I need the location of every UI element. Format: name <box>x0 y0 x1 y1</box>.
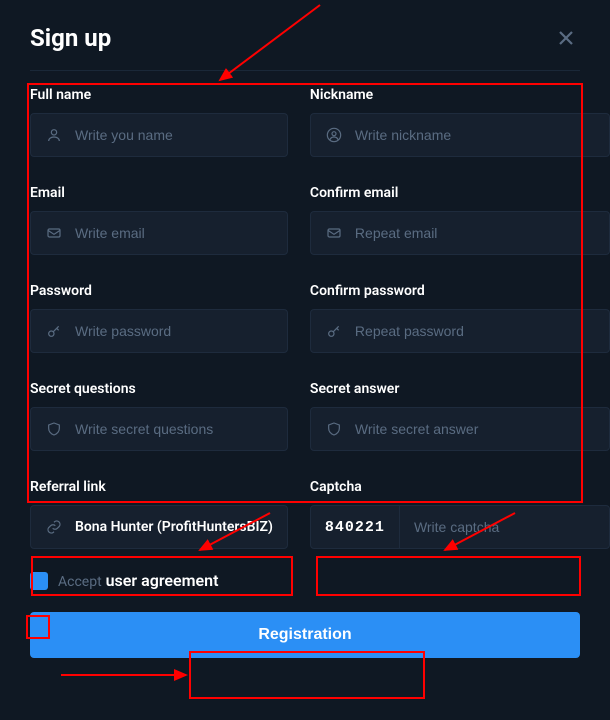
mail-icon <box>45 224 63 242</box>
secret-questions-input[interactable] <box>75 421 273 437</box>
label-confirm-email: Confirm email <box>310 185 610 201</box>
label-referral: Referral link <box>30 479 288 495</box>
captcha-wrap[interactable]: 840221 <box>310 505 610 549</box>
captcha-input[interactable] <box>400 519 609 535</box>
agreement-link[interactable]: user agreement <box>106 571 219 590</box>
registration-button[interactable]: Registration <box>30 612 580 658</box>
label-secret-answer: Secret answer <box>310 381 610 397</box>
agreement-text: Accept user agreement <box>58 571 218 590</box>
label-email: Email <box>30 185 288 201</box>
shield-icon <box>325 420 343 438</box>
field-captcha: Captcha 840221 <box>310 479 610 549</box>
key-icon <box>325 322 343 340</box>
label-nickname: Nickname <box>310 87 610 103</box>
close-button[interactable] <box>552 24 580 52</box>
person-icon <box>45 126 63 144</box>
field-full-name: Full name <box>30 87 288 157</box>
confirm-password-input[interactable] <box>355 323 595 339</box>
field-secret-answer: Secret answer <box>310 381 610 451</box>
input-wrap-full-name[interactable] <box>30 113 288 157</box>
key-icon <box>45 322 63 340</box>
field-confirm-email: Confirm email <box>310 185 610 255</box>
input-wrap-password[interactable] <box>30 309 288 353</box>
user-circle-icon <box>325 126 343 144</box>
input-wrap-secret-answer[interactable] <box>310 407 610 451</box>
field-password: Password <box>30 283 288 353</box>
password-input[interactable] <box>75 323 273 339</box>
nickname-input[interactable] <box>355 127 595 143</box>
label-password: Password <box>30 283 288 299</box>
email-input[interactable] <box>75 225 273 241</box>
input-wrap-email[interactable] <box>30 211 288 255</box>
full-name-input[interactable] <box>75 127 273 143</box>
modal-header: Sign up <box>30 0 580 71</box>
referral-value: Bona Hunter (ProfitHuntersBIZ) <box>75 519 273 535</box>
form-grid: Full name Nickname Email <box>30 71 580 549</box>
input-wrap-confirm-email[interactable] <box>310 211 610 255</box>
shield-icon <box>45 420 63 438</box>
secret-answer-input[interactable] <box>355 421 595 437</box>
field-confirm-password: Confirm password <box>310 283 610 353</box>
agreement-row: Accept user agreement <box>30 571 580 590</box>
field-secret-questions: Secret questions <box>30 381 288 451</box>
label-confirm-password: Confirm password <box>310 283 610 299</box>
input-wrap-secret-questions[interactable] <box>30 407 288 451</box>
field-email: Email <box>30 185 288 255</box>
close-icon <box>557 29 575 47</box>
agreement-checkbox[interactable] <box>30 572 48 590</box>
input-wrap-nickname[interactable] <box>310 113 610 157</box>
input-wrap-referral[interactable]: Bona Hunter (ProfitHuntersBIZ) <box>30 505 288 549</box>
label-full-name: Full name <box>30 87 288 103</box>
input-wrap-confirm-password[interactable] <box>310 309 610 353</box>
modal-title: Sign up <box>30 24 111 52</box>
mail-icon <box>325 224 343 242</box>
label-secret-questions: Secret questions <box>30 381 288 397</box>
label-captcha: Captcha <box>310 479 610 495</box>
confirm-email-input[interactable] <box>355 225 595 241</box>
link-icon <box>45 518 63 536</box>
signup-modal: Sign up Full name Nickname <box>0 0 610 720</box>
captcha-code: 840221 <box>311 506 400 548</box>
field-referral: Referral link Bona Hunter (ProfitHunters… <box>30 479 288 549</box>
field-nickname: Nickname <box>310 87 610 157</box>
agreement-prefix: Accept <box>58 574 102 590</box>
